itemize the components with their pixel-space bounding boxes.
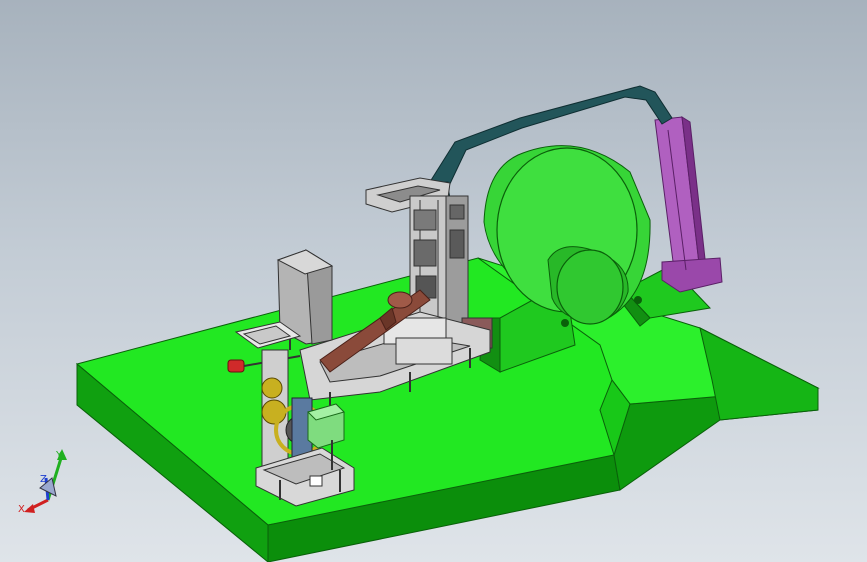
axis-triad: Y Z X — [18, 449, 67, 515]
z-axis-label: Z — [40, 474, 47, 485]
support-pillar[interactable] — [654, 116, 723, 293]
x-axis-label: X — [18, 504, 25, 515]
model-scene[interactable]: Y Z X — [0, 0, 867, 562]
y-axis-label: Y — [55, 450, 63, 461]
graphics-viewport[interactable]: Y Z X — [0, 0, 867, 562]
